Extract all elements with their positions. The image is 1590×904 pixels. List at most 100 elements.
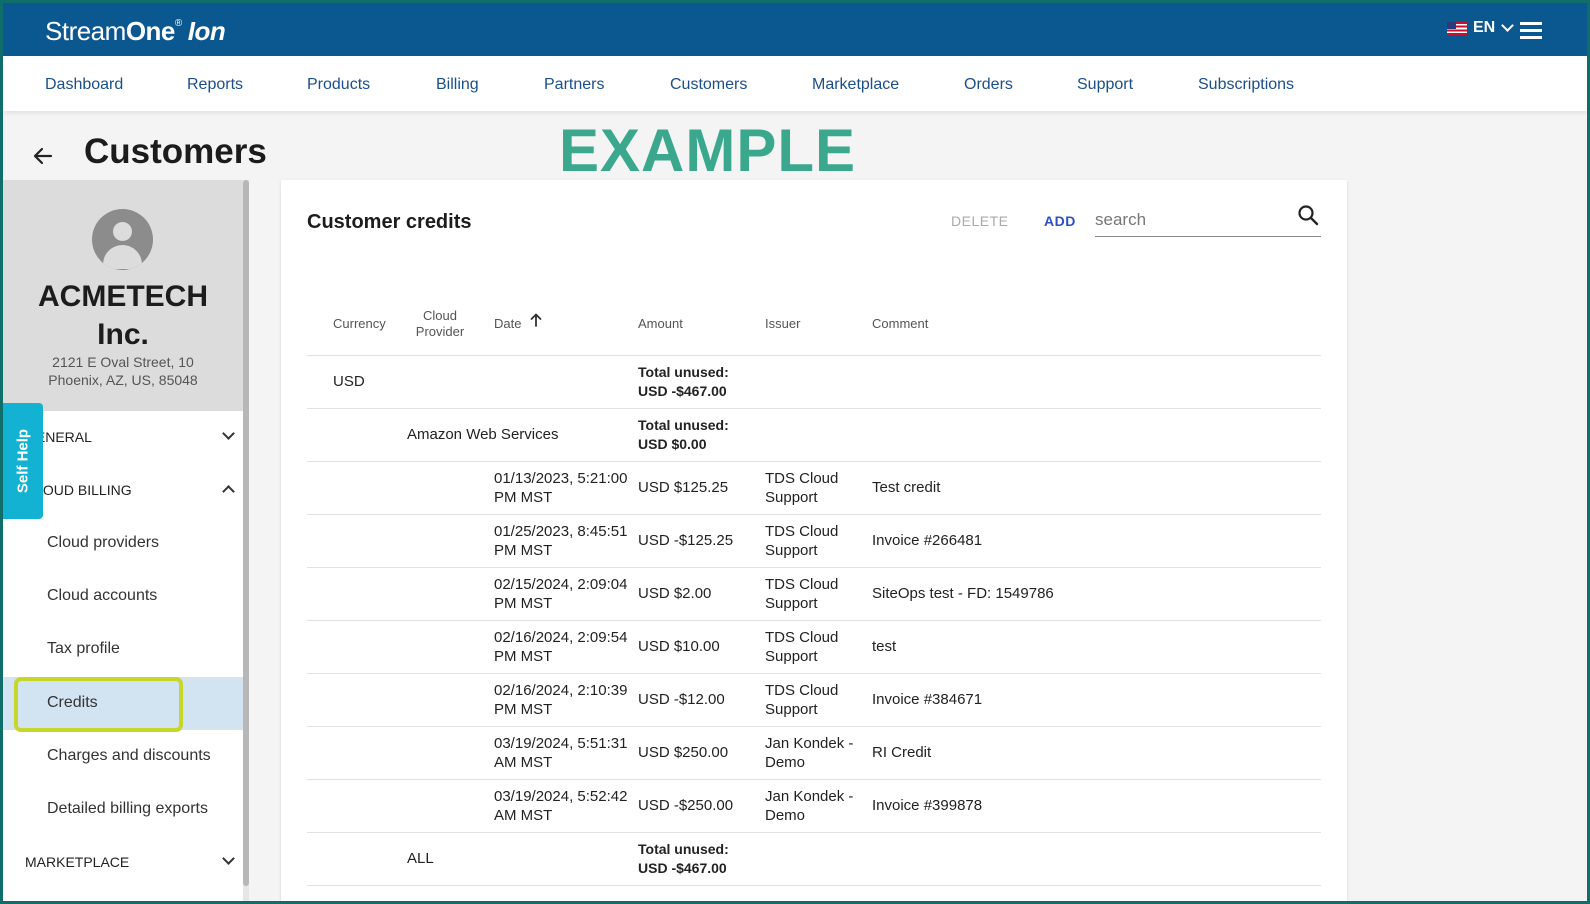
sidebar-item-cloud-providers[interactable]: Cloud providers	[3, 517, 243, 570]
scrollbar-thumb[interactable]	[243, 180, 249, 886]
column-header-amount[interactable]: Amount	[638, 316, 683, 332]
cell-comment: SiteOps test - FD: 1549786	[872, 585, 1054, 602]
cell-amount: USD $10.00	[638, 638, 720, 655]
add-button[interactable]: ADD	[1044, 213, 1076, 229]
sidebar-item-tax-profile[interactable]: Tax profile	[3, 623, 243, 676]
chevron-down-icon	[1501, 18, 1515, 32]
cell-amount: USD $250.00	[638, 744, 729, 761]
back-arrow-icon[interactable]	[33, 146, 53, 166]
cell-amount: USD -$250.00	[638, 797, 734, 814]
avatar-icon	[92, 209, 153, 270]
credits-highlight-annotation	[14, 677, 183, 732]
cell-cloud-provider: Amazon Web Services	[407, 426, 559, 443]
cell-cloud-provider: ALL	[407, 850, 434, 867]
nav-customers[interactable]: Customers	[670, 76, 747, 94]
nav-billing[interactable]: Billing	[436, 76, 479, 94]
chevron-down-icon	[222, 852, 235, 865]
customer-credits-card: Customer credits DELETE ADD Currency Clo…	[281, 180, 1347, 901]
us-flag-icon	[1447, 21, 1467, 35]
row-divider	[307, 408, 1321, 409]
cell-amount: USD $125.25	[638, 479, 729, 496]
row-divider	[307, 514, 1321, 515]
section-marketplace-label: MARKETPLACE	[25, 854, 130, 870]
cell-date: 02/16/2024, 2:10:39 PM MST	[494, 682, 628, 718]
cell-date: 03/19/2024, 5:52:42 AM MST	[494, 788, 628, 824]
sidebar-item-detailed-billing-exports[interactable]: Detailed billing exports	[3, 783, 243, 836]
cell-amount: USD $2.00	[638, 585, 712, 602]
row-divider	[307, 779, 1321, 780]
nav-subscriptions[interactable]: Subscriptions	[1198, 76, 1294, 94]
example-watermark: EXAMPLE	[559, 117, 857, 184]
cell-issuer: Jan Kondek - Demo	[765, 788, 854, 824]
cell-comment: Invoice #266481	[872, 532, 983, 549]
column-header-currency[interactable]: Currency	[333, 316, 386, 332]
customer-name: ACMETECH Inc.	[38, 280, 208, 351]
chevron-up-icon	[222, 485, 235, 498]
hamburger-menu-icon[interactable]	[1520, 22, 1542, 39]
top-bar: StreamOne® Ion EN	[3, 3, 1587, 56]
column-header-cloud-provider[interactable]: Cloud Provider	[409, 308, 471, 340]
cell-comment: test	[872, 638, 897, 655]
cell-amount: USD -$125.25	[638, 532, 734, 549]
column-header-date[interactable]: Date	[494, 316, 521, 332]
cell-issuer: TDS Cloud Support	[765, 470, 839, 506]
language-label: EN	[1473, 19, 1496, 36]
search-icon[interactable]	[1297, 204, 1319, 226]
streamone-logo[interactable]: StreamOne® Ion	[45, 16, 226, 47]
nav-support[interactable]: Support	[1077, 76, 1133, 94]
delete-button[interactable]: DELETE	[951, 213, 1008, 229]
sidebar-scrollbar[interactable]	[243, 180, 249, 901]
cell-total-unused: Total unused: USD $0.00	[638, 417, 729, 452]
search-input[interactable]	[1095, 206, 1285, 234]
row-divider	[307, 567, 1321, 568]
row-divider	[307, 355, 1321, 356]
self-help-tab[interactable]: Self Help	[3, 403, 43, 519]
sort-ascending-icon[interactable]	[530, 313, 542, 327]
nav-marketplace[interactable]: Marketplace	[812, 76, 899, 94]
search-field	[1095, 204, 1321, 237]
language-selector[interactable]: EN	[1447, 18, 1515, 37]
sidebar-item-charges-and-discounts[interactable]: Charges and discounts	[3, 730, 243, 783]
sidebar-item-cloud-accounts[interactable]: Cloud accounts	[3, 570, 243, 623]
row-divider	[307, 620, 1321, 621]
row-divider	[307, 832, 1321, 833]
cell-total-unused: Total unused: USD -$467.00	[638, 364, 729, 399]
cell-issuer: TDS Cloud Support	[765, 629, 839, 665]
cell-amount: USD -$12.00	[638, 691, 725, 708]
cell-date: 01/25/2023, 8:45:51 PM MST	[494, 523, 628, 559]
cell-issuer: TDS Cloud Support	[765, 576, 839, 612]
self-help-label: Self Help	[14, 428, 32, 494]
cell-comment: Test credit	[872, 479, 941, 496]
cell-comment: Invoice #399878	[872, 797, 983, 814]
main-nav: Dashboard Reports Products Billing Partn…	[3, 56, 1587, 111]
sidebar-item-label: Cloud accounts	[47, 587, 158, 604]
sidebar-item-label: Cloud providers	[47, 534, 160, 551]
cell-issuer: Jan Kondek - Demo	[765, 735, 854, 771]
row-divider	[307, 726, 1321, 727]
cell-issuer: TDS Cloud Support	[765, 682, 839, 718]
cell-date: 02/15/2024, 2:09:04 PM MST	[494, 576, 628, 612]
nav-reports[interactable]: Reports	[187, 76, 243, 94]
nav-dashboard[interactable]: Dashboard	[45, 76, 123, 94]
nav-partners[interactable]: Partners	[544, 76, 604, 94]
cell-total-unused: Total unused: USD -$467.00	[638, 841, 729, 876]
chevron-down-icon	[222, 427, 235, 440]
row-divider	[307, 673, 1321, 674]
customer-sidebar: ACMETECH Inc. 2121 E Oval Street, 10 Pho…	[3, 180, 249, 901]
nav-orders[interactable]: Orders	[964, 76, 1013, 94]
page-title: Customers	[84, 132, 267, 171]
section-marketplace[interactable]: MARKETPLACE	[3, 836, 243, 888]
cell-comment: Invoice #384671	[872, 691, 983, 708]
logo-text-ion: Ion	[187, 16, 226, 46]
nav-products[interactable]: Products	[307, 76, 370, 94]
cell-date: 01/13/2023, 5:21:00 PM MST	[494, 470, 628, 506]
row-divider	[307, 461, 1321, 462]
sidebar-item-label: Tax profile	[47, 640, 120, 657]
sidebar-item-label: Detailed billing exports	[47, 800, 208, 817]
cell-issuer: TDS Cloud Support	[765, 523, 839, 559]
row-divider	[307, 885, 1321, 886]
cell-date: 03/19/2024, 5:51:31 AM MST	[494, 735, 628, 771]
column-header-issuer[interactable]: Issuer	[765, 316, 800, 332]
customer-profile: ACMETECH Inc. 2121 E Oval Street, 10 Pho…	[3, 180, 243, 411]
column-header-comment[interactable]: Comment	[872, 316, 928, 332]
